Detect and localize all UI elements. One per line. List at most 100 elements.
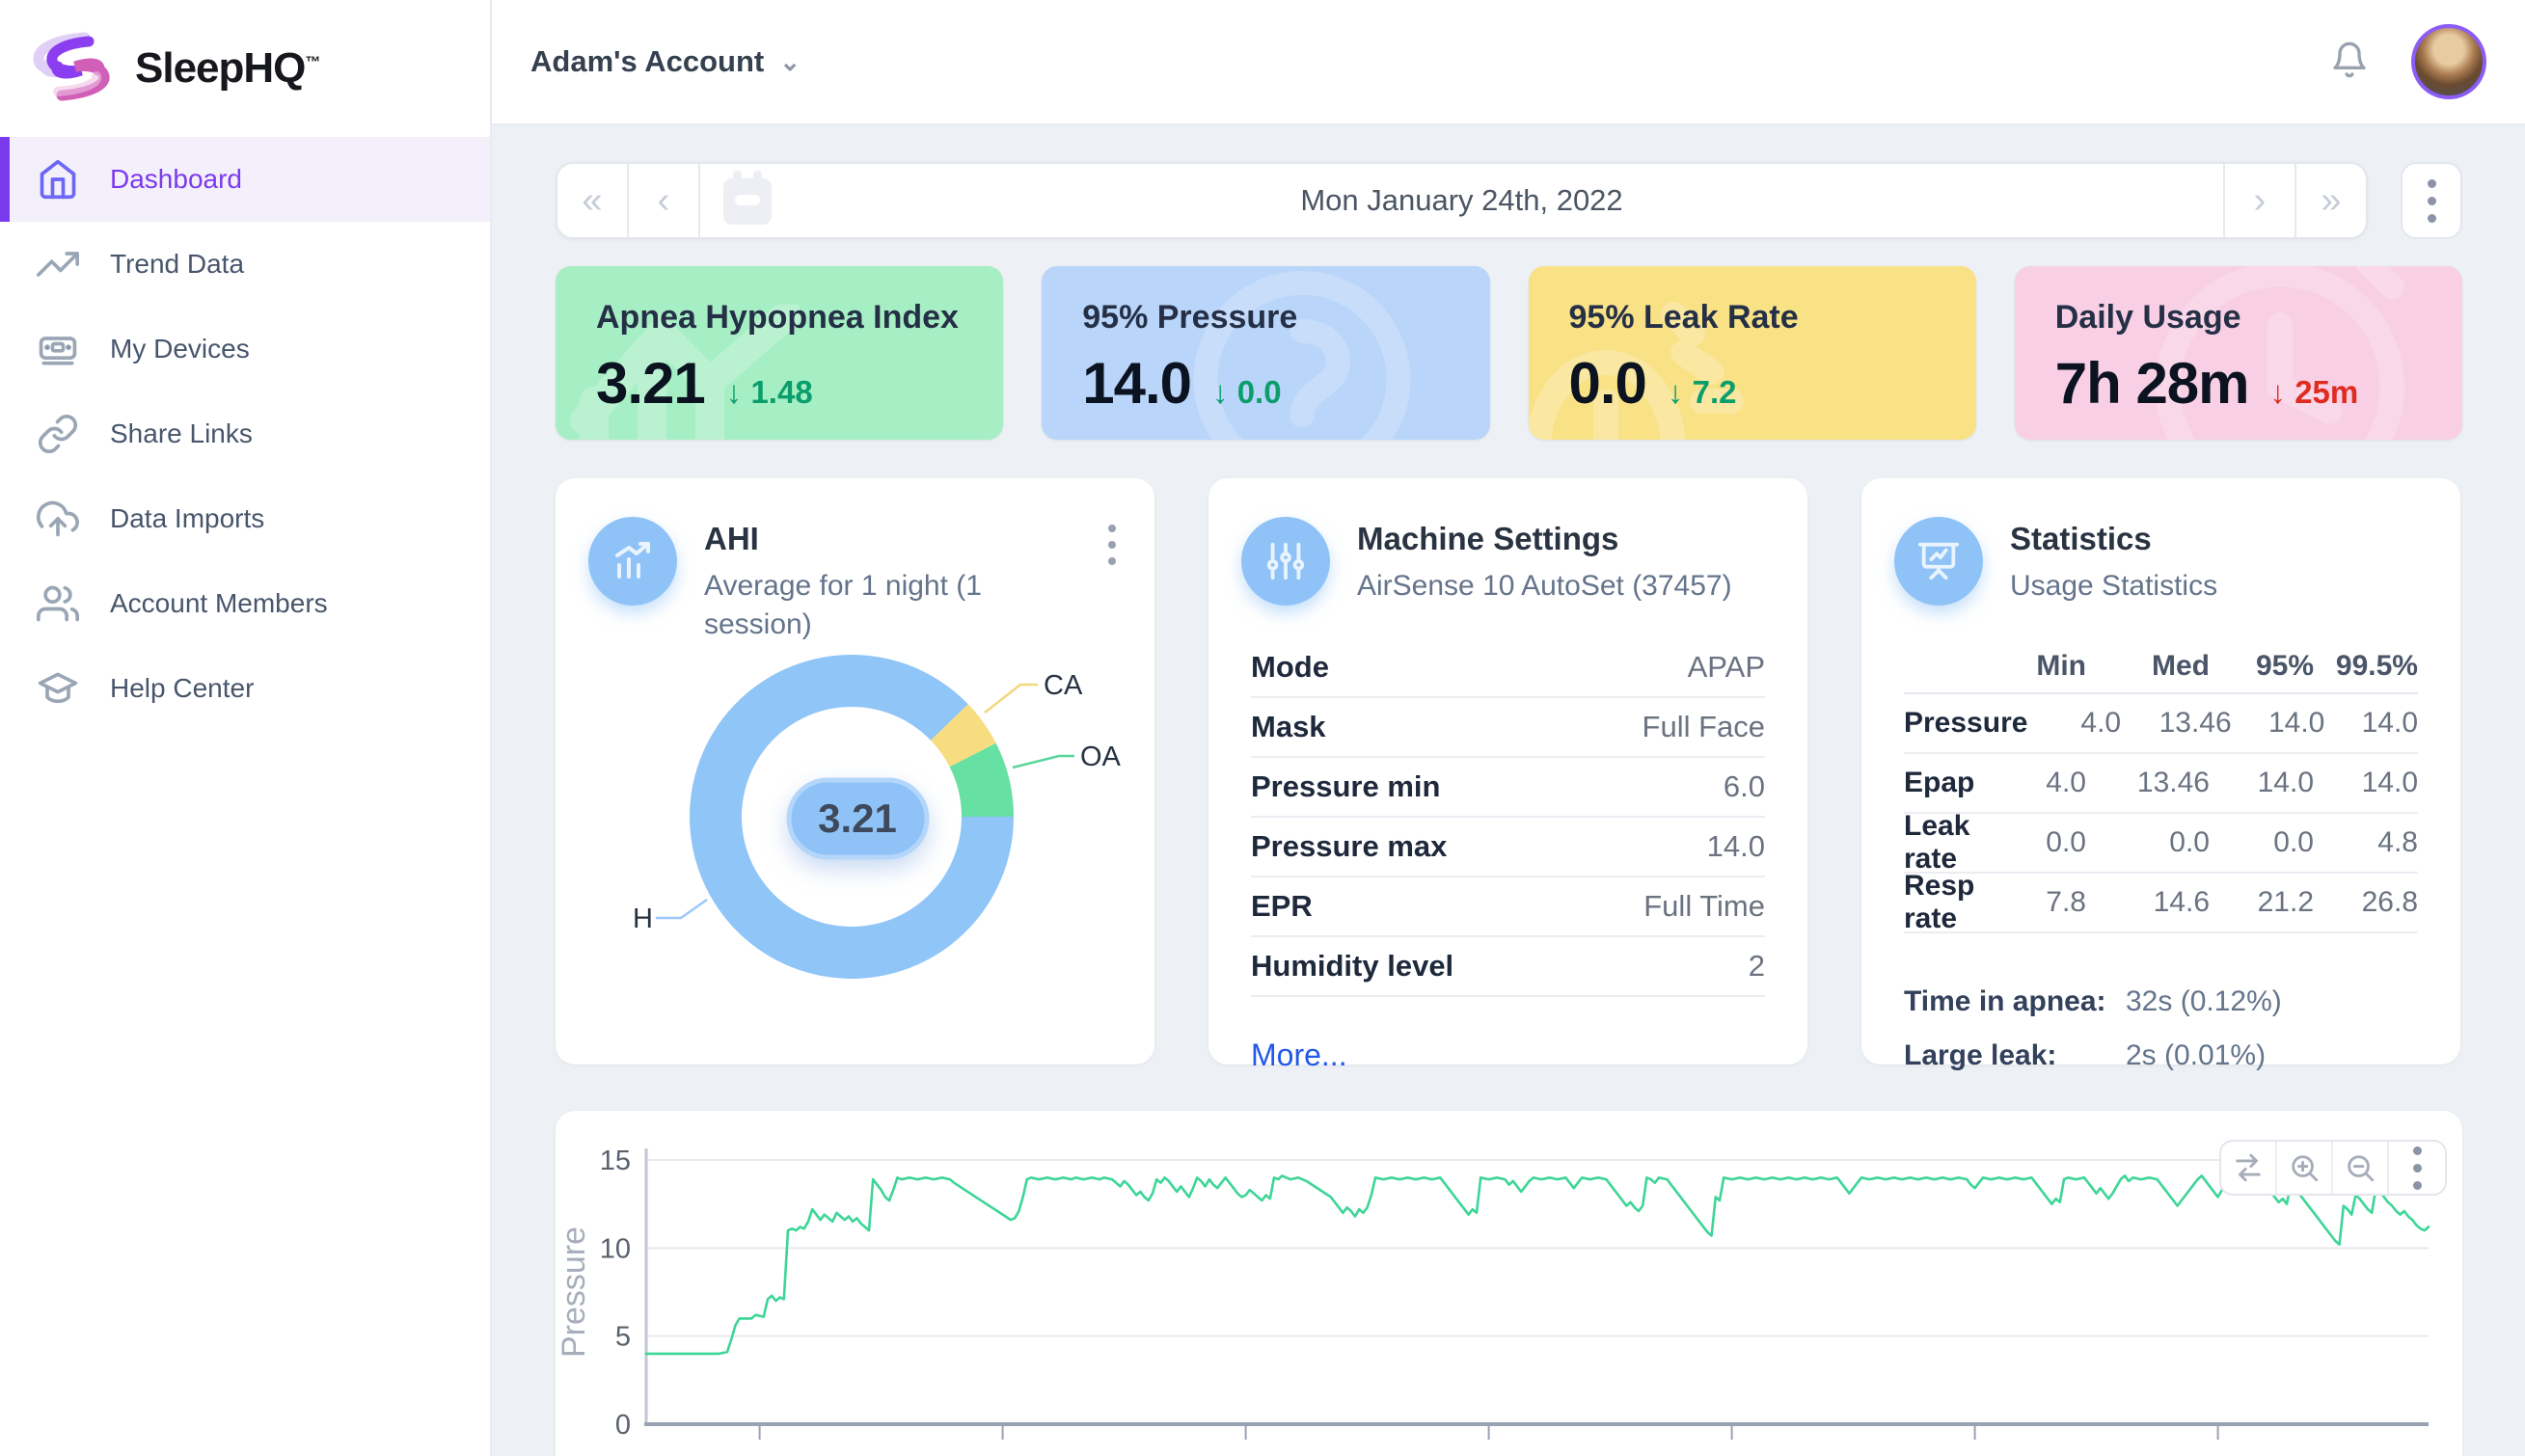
topbar: Adam's Account ⌄ — [492, 0, 2525, 125]
users-icon — [37, 582, 79, 625]
svg-text:02:00 AM: 02:00 AM — [1427, 1452, 1550, 1456]
usage-statistics-table: Min Med 95% 99.5% Pressure 4.013.4614.01… — [1904, 640, 2418, 933]
chart-toolbar — [2219, 1140, 2447, 1196]
date-navigation: « ‹ Mon January 24th, 2022 › » — [556, 162, 2462, 239]
link-icon — [37, 413, 79, 455]
stat-card-daily-usage[interactable]: Daily Usage 7h 28m ↓ 25m — [2015, 266, 2462, 440]
chart-pan-button[interactable] — [2221, 1142, 2277, 1194]
svg-text:11:00 PM: 11:00 PM — [699, 1452, 821, 1456]
table-row: ModeAPAP — [1251, 638, 1765, 698]
chart-zoom-out-button[interactable] — [2333, 1142, 2389, 1194]
sidebar-item-label: My Devices — [110, 334, 250, 364]
next-month-button[interactable]: » — [2294, 164, 2366, 237]
stat-delta: ↓ 7.2 — [1668, 374, 1737, 411]
current-date-label[interactable]: Mon January 24th, 2022 — [700, 183, 2223, 218]
svg-text:01:00 AM: 01:00 AM — [1184, 1452, 1307, 1456]
sidebar: SleepHQ™ Dashboard Trend Data My Devices… — [0, 0, 492, 1456]
svg-text:0: 0 — [615, 1410, 631, 1441]
table-row: Pressure max14.0 — [1251, 818, 1765, 877]
table-row: Humidity level2 — [1251, 937, 1765, 997]
stat-delta: ↓ 0.0 — [1212, 374, 1282, 411]
arrow-down-icon: ↓ — [1212, 374, 1229, 410]
sidebar-nav: Dashboard Trend Data My Devices Share Li… — [0, 137, 490, 731]
chart-zoom-in-button[interactable] — [2277, 1142, 2333, 1194]
sidebar-item-account-members[interactable]: Account Members — [0, 561, 490, 646]
stat-title: 95% Leak Rate — [1569, 299, 1976, 337]
machine-card-title: Machine Settings — [1357, 517, 1732, 557]
stat-title: 95% Pressure — [1082, 299, 1489, 337]
home-icon — [37, 158, 79, 201]
machine-settings-icon — [1241, 517, 1330, 606]
h-slice-label: H — [633, 903, 653, 934]
chart-menu-button[interactable] — [2389, 1142, 2445, 1194]
pressure-chart-card: 05101511:00 PM12:00 AM01:00 AM02:00 AM03… — [556, 1111, 2462, 1456]
stat-card-ahi[interactable]: Apnea Hypopnea Index 3.21 ↓ 1.48 — [556, 266, 1003, 440]
stat-value: 0.0 — [1569, 350, 1646, 417]
statistics-card-subtitle: Usage Statistics — [2010, 567, 2217, 606]
sleephq-logo-icon — [29, 32, 118, 105]
stat-title: Apnea Hypopnea Index — [596, 299, 1003, 337]
prev-day-button[interactable]: ‹ — [629, 164, 700, 237]
stat-value: 7h 28m — [2055, 350, 2249, 417]
table-row: Resp rate 7.814.621.226.8 — [1904, 874, 2418, 933]
stat-card-leak-rate[interactable]: 95% Leak Rate 0.0 ↓ 7.2 — [1529, 266, 1976, 440]
arrow-down-icon: ↓ — [2270, 374, 2287, 410]
logo-text: SleepHQ™ — [135, 44, 319, 93]
statistics-card: Statistics Usage Statistics Min Med 95% … — [1861, 478, 2460, 1065]
more-settings-link[interactable]: More... — [1251, 1038, 1765, 1073]
svg-text:5: 5 — [615, 1322, 631, 1353]
date-options-menu-button[interactable] — [2401, 162, 2462, 239]
sidebar-item-label: Share Links — [110, 418, 253, 449]
table-header-row: Min Med 95% 99.5% — [1904, 640, 2418, 694]
sidebar-item-label: Help Center — [110, 673, 254, 704]
arrow-down-icon: ↓ — [1668, 374, 1684, 410]
oa-leader-line — [1013, 756, 1074, 768]
sidebar-item-help-center[interactable]: Help Center — [0, 646, 490, 731]
sidebar-item-label: Account Members — [110, 588, 328, 619]
svg-text:12:00 AM: 12:00 AM — [941, 1452, 1064, 1456]
donut-center-value: 3.21 — [818, 795, 897, 841]
statistics-footer: Time in apnea:32s (0.12%) Large leak:2s … — [1904, 985, 2418, 1072]
machine-settings-card: Machine Settings AirSense 10 AutoSet (37… — [1208, 478, 1807, 1065]
stat-value: 3.21 — [596, 350, 705, 417]
large-leak-label: Large leak: — [1904, 1039, 2126, 1072]
user-avatar[interactable] — [2411, 24, 2486, 99]
pressure-line-chart[interactable]: 05101511:00 PM12:00 AM01:00 AM02:00 AM03… — [556, 1111, 2462, 1456]
svg-text:05:00 AM: 05:00 AM — [2157, 1452, 2279, 1456]
sidebar-item-share-links[interactable]: Share Links — [0, 391, 490, 476]
oa-slice-label: OA — [1080, 741, 1122, 772]
sidebar-item-my-devices[interactable]: My Devices — [0, 307, 490, 391]
statistics-icon — [1894, 517, 1983, 606]
app-logo[interactable]: SleepHQ™ — [0, 0, 490, 137]
ahi-donut-chart: CA OA H 3.21 — [556, 478, 1154, 1065]
h-leader-line — [656, 900, 707, 918]
main-content: « ‹ Mon January 24th, 2022 › » Apnea Hyp… — [492, 125, 2525, 1456]
arrow-down-icon: ↓ — [726, 374, 743, 410]
stat-title: Daily Usage — [2055, 299, 2462, 337]
machine-settings-table: ModeAPAP MaskFull Face Pressure min6.0 P… — [1251, 638, 1765, 997]
table-row: Pressure 4.013.4614.014.0 — [1904, 694, 2418, 754]
svg-text:03:00 AM: 03:00 AM — [1670, 1452, 1793, 1456]
stat-card-pressure[interactable]: 95% Pressure 14.0 ↓ 0.0 — [1042, 266, 1489, 440]
upload-cloud-icon — [37, 498, 79, 540]
sidebar-item-dashboard[interactable]: Dashboard — [0, 137, 490, 222]
graduation-cap-icon — [37, 667, 79, 710]
logo-tm: ™ — [305, 54, 319, 70]
sidebar-item-label: Data Imports — [110, 503, 264, 534]
table-row: Pressure min6.0 — [1251, 758, 1765, 818]
statistics-card-title: Statistics — [2010, 517, 2217, 557]
time-in-apnea-label: Time in apnea: — [1904, 985, 2126, 1018]
table-row: EPRFull Time — [1251, 877, 1765, 937]
sidebar-item-data-imports[interactable]: Data Imports — [0, 476, 490, 561]
ca-leader-line — [985, 685, 1038, 713]
devices-icon — [37, 328, 79, 370]
account-switcher[interactable]: Adam's Account ⌄ — [530, 44, 801, 79]
sidebar-item-trend-data[interactable]: Trend Data — [0, 222, 490, 307]
prev-month-button[interactable]: « — [557, 164, 629, 237]
trend-icon — [37, 243, 79, 285]
table-row: Epap 4.013.4614.014.0 — [1904, 754, 2418, 814]
notifications-bell-icon[interactable] — [2330, 40, 2369, 84]
time-in-apnea-value: 32s (0.12%) — [2126, 985, 2282, 1018]
stat-delta: ↓ 1.48 — [726, 374, 813, 411]
next-day-button[interactable]: › — [2223, 164, 2294, 237]
